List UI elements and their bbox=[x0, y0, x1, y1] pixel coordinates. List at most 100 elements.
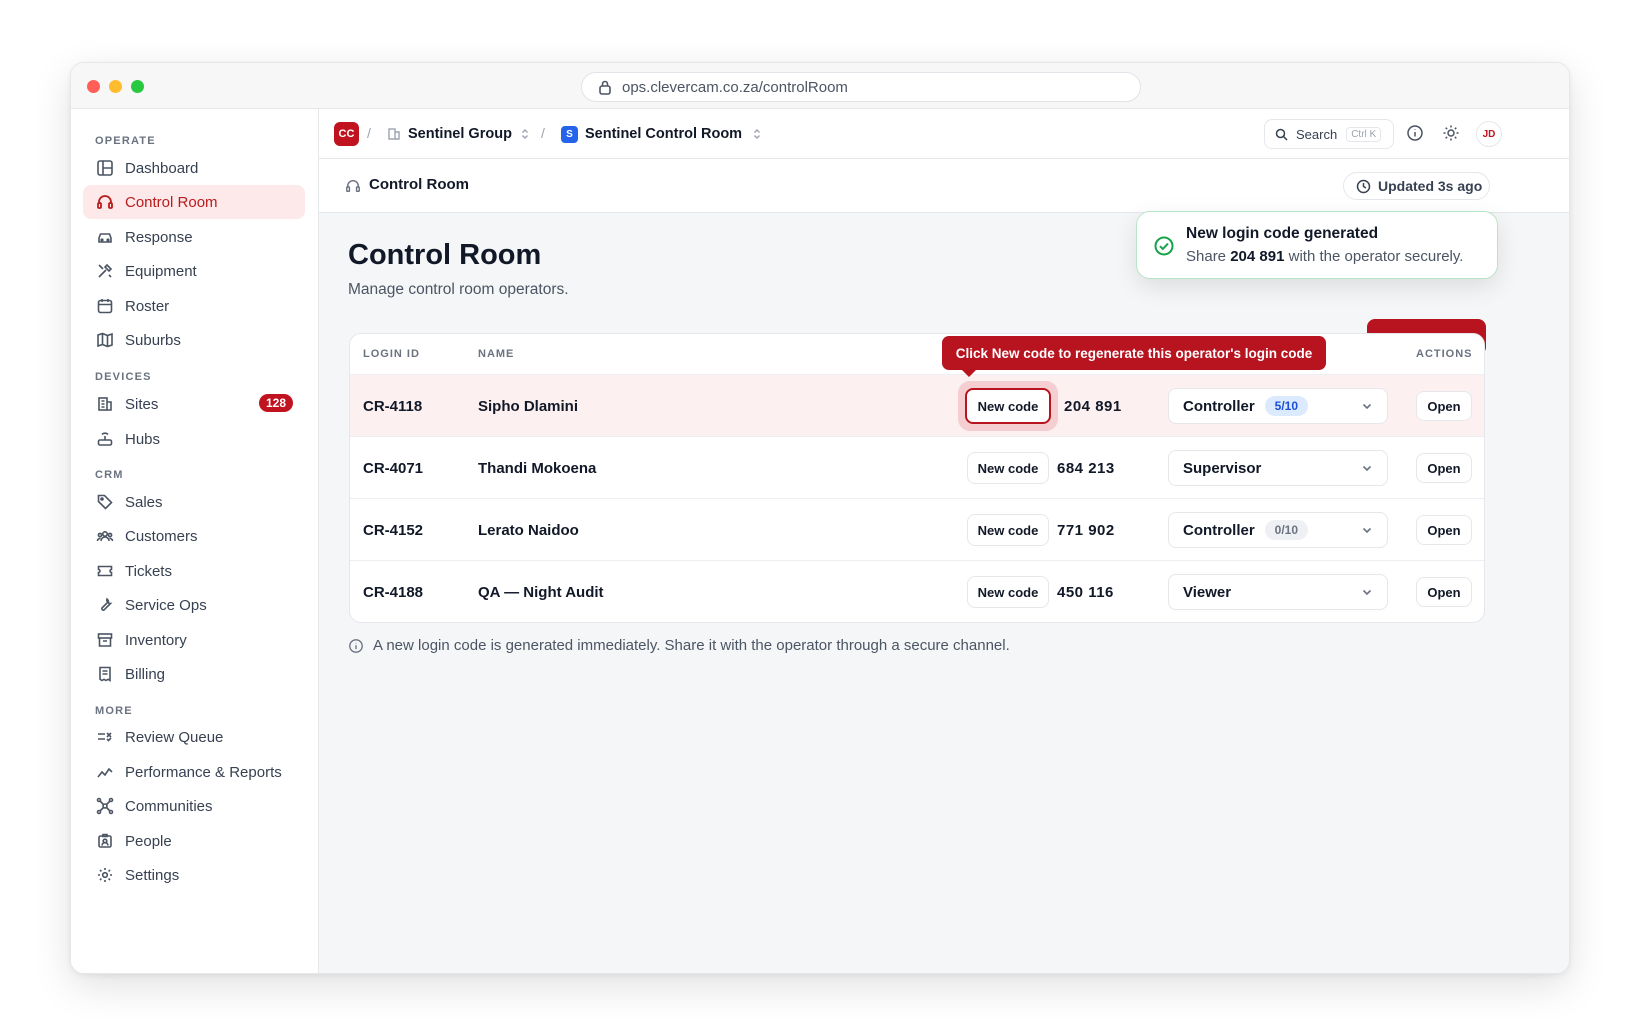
browser-titlebar: ops.clevercam.co.za/controlRoom bbox=[71, 63, 1569, 109]
sidebar-item-sites[interactable]: Sites 128 bbox=[83, 387, 305, 421]
tag-icon bbox=[95, 492, 115, 512]
login-id-cell: CR-4188 bbox=[363, 583, 424, 601]
login-code-value: 684 213 bbox=[1057, 459, 1115, 477]
headset-icon bbox=[95, 192, 115, 212]
org-switcher[interactable]: Sentinel Group bbox=[387, 122, 529, 146]
table-row: CR-4071 Thandi Mokoena New code 684 213 … bbox=[350, 436, 1484, 498]
sidebar-item-label: People bbox=[125, 832, 172, 850]
breadcrumb-separator: / bbox=[367, 125, 371, 141]
workspace-logo: S bbox=[561, 125, 578, 143]
sidebar-item-equipment[interactable]: Equipment bbox=[83, 254, 305, 288]
role-capacity-badge: 5/10 bbox=[1264, 396, 1309, 416]
sidebar-item-label: Settings bbox=[125, 866, 180, 884]
page-header-title: Control Room bbox=[369, 176, 469, 193]
sidebar-item-settings[interactable]: Settings bbox=[83, 858, 305, 892]
role-select[interactable]: Viewer bbox=[1168, 574, 1388, 610]
headset-icon bbox=[345, 178, 361, 194]
browser-window: ops.clevercam.co.za/controlRoom OPERATE … bbox=[70, 62, 1570, 974]
workspace-name: Sentinel Control Room bbox=[585, 126, 743, 142]
list-check-icon bbox=[95, 727, 115, 747]
sidebar-item-label: Customers bbox=[125, 527, 198, 545]
sun-icon[interactable] bbox=[1442, 124, 1460, 142]
search-shortcut: Ctrl K bbox=[1346, 126, 1382, 142]
login-code-value: 771 902 bbox=[1057, 521, 1115, 539]
toast-code: 204 891 bbox=[1230, 248, 1285, 265]
new-code-button[interactable]: New code bbox=[967, 514, 1049, 546]
archive-icon bbox=[95, 630, 115, 650]
sidebar-item-label: Sites bbox=[125, 395, 159, 413]
avatar[interactable]: JD bbox=[1476, 121, 1502, 147]
table-row: CR-4188 QA — Night Audit New code 450 11… bbox=[350, 560, 1484, 622]
search-label: Search bbox=[1296, 126, 1338, 142]
page-title: Control Room bbox=[348, 239, 542, 271]
success-toast: New login code generated Share 204 891 w… bbox=[1136, 211, 1498, 279]
sidebar-item-sales[interactable]: Sales bbox=[83, 485, 305, 519]
new-code-button[interactable]: New code bbox=[967, 576, 1049, 608]
check-circle-icon bbox=[1153, 235, 1175, 257]
new-code-tooltip: Click New code to regenerate this operat… bbox=[942, 336, 1326, 377]
login-id-cell: CR-4071 bbox=[363, 459, 424, 477]
sidebar-item-performance-reports[interactable]: Performance & Reports bbox=[83, 755, 305, 789]
sidebar-item-customers[interactable]: Customers bbox=[83, 519, 305, 553]
toast-message-suffix: with the operator securely. bbox=[1288, 248, 1464, 265]
users-icon bbox=[95, 526, 115, 546]
top-bar: CC / Sentinel Group / S Sentinel Control… bbox=[319, 109, 1569, 159]
building-icon bbox=[387, 127, 401, 141]
id-badge-icon bbox=[95, 831, 115, 851]
open-button[interactable]: Open bbox=[1416, 577, 1472, 607]
section-label-crm: CRM bbox=[95, 469, 124, 481]
open-button[interactable]: Open bbox=[1416, 453, 1472, 483]
open-button[interactable]: Open bbox=[1416, 391, 1472, 421]
sidebar-item-hubs[interactable]: Hubs bbox=[83, 422, 305, 456]
org-logo[interactable]: CC bbox=[334, 122, 359, 146]
sidebar-item-review-queue[interactable]: Review Queue bbox=[83, 720, 305, 754]
sidebar-item-service-ops[interactable]: Service Ops bbox=[83, 588, 305, 622]
sidebar-item-suburbs[interactable]: Suburbs bbox=[83, 323, 305, 357]
sidebar-item-label: Inventory bbox=[125, 631, 187, 649]
sidebar-item-label: Communities bbox=[125, 797, 213, 815]
role-select[interactable]: Supervisor bbox=[1168, 450, 1388, 486]
sidebar-item-label: Service Ops bbox=[125, 596, 207, 614]
tools-icon bbox=[95, 261, 115, 281]
address-bar[interactable]: ops.clevercam.co.za/controlRoom bbox=[581, 72, 1141, 102]
lock-icon bbox=[598, 79, 612, 95]
sidebar-item-billing[interactable]: Billing bbox=[83, 657, 305, 691]
name-cell: Sipho Dlamini bbox=[478, 397, 579, 415]
name-cell: QA — Night Audit bbox=[478, 583, 604, 601]
info-icon[interactable] bbox=[1406, 124, 1424, 142]
table-row: CR-4118 Sipho Dlamini New code 204 891 C… bbox=[350, 374, 1484, 436]
sidebar-item-label: Response bbox=[125, 228, 193, 246]
table-row: CR-4152 Lerato Naidoo New code 771 902 C… bbox=[350, 498, 1484, 560]
new-code-button[interactable]: New code bbox=[967, 452, 1049, 484]
sidebar-item-response[interactable]: Response bbox=[83, 220, 305, 254]
sidebar-item-people[interactable]: People bbox=[83, 824, 305, 858]
sidebar-item-dashboard[interactable]: Dashboard bbox=[83, 151, 305, 185]
role-value: Controller bbox=[1183, 521, 1255, 539]
sidebar-item-roster[interactable]: Roster bbox=[83, 289, 305, 323]
close-window-button[interactable] bbox=[87, 80, 100, 93]
sidebar-item-control-room[interactable]: Control Room bbox=[83, 185, 305, 219]
login-id-cell: CR-4152 bbox=[363, 521, 424, 539]
search-button[interactable]: Search Ctrl K bbox=[1264, 119, 1394, 149]
sidebar: OPERATE Dashboard Control Room Response … bbox=[71, 109, 319, 973]
role-select[interactable]: Controller 0/10 bbox=[1168, 512, 1388, 548]
workspace-switcher[interactable]: S Sentinel Control Room bbox=[561, 122, 761, 146]
role-select[interactable]: Controller 5/10 bbox=[1168, 388, 1388, 424]
open-button[interactable]: Open bbox=[1416, 515, 1472, 545]
building-icon bbox=[95, 394, 115, 414]
toast-message-prefix: Share bbox=[1186, 248, 1227, 265]
sidebar-item-label: Performance & Reports bbox=[125, 763, 282, 781]
sidebar-item-tickets[interactable]: Tickets bbox=[83, 554, 305, 588]
org-name: Sentinel Group bbox=[408, 126, 512, 142]
chevron-updown-icon bbox=[521, 128, 529, 140]
section-label-more: MORE bbox=[95, 705, 133, 717]
dashboard-icon bbox=[95, 158, 115, 178]
new-code-button[interactable]: New code bbox=[965, 388, 1051, 424]
footer-note-text: A new login code is generated immediatel… bbox=[373, 637, 1010, 654]
role-capacity-badge: 0/10 bbox=[1264, 520, 1309, 540]
maximize-window-button[interactable] bbox=[131, 80, 144, 93]
sidebar-item-communities[interactable]: Communities bbox=[83, 789, 305, 823]
sidebar-item-inventory[interactable]: Inventory bbox=[83, 623, 305, 657]
name-cell: Thandi Mokoena bbox=[478, 459, 597, 477]
minimize-window-button[interactable] bbox=[109, 80, 122, 93]
